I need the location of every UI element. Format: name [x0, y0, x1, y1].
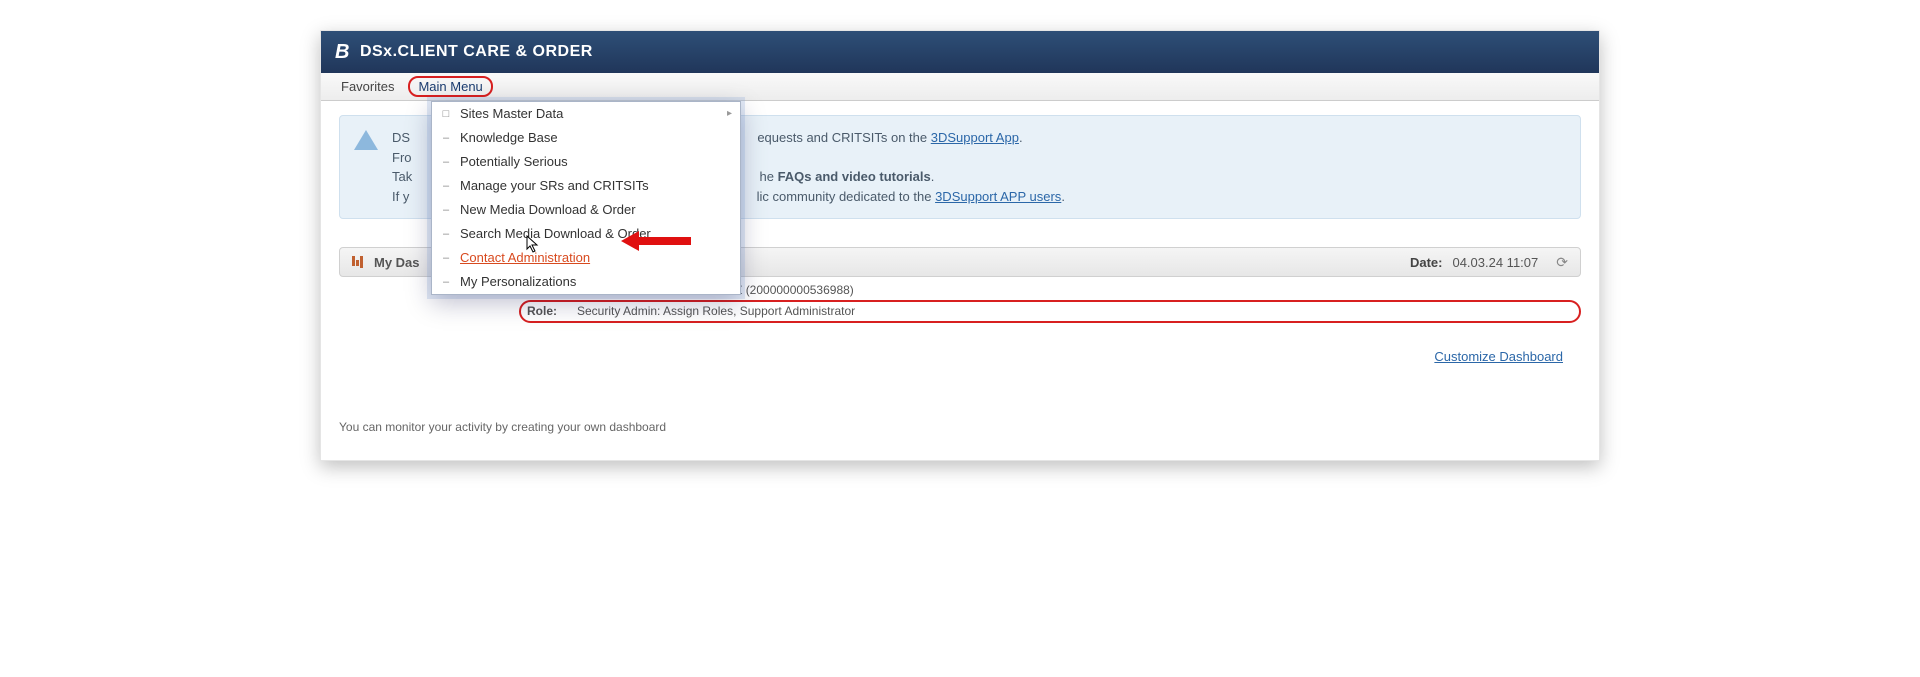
bar-chart-icon [352, 256, 364, 268]
menu-knowledge-base[interactable]: – Knowledge Base [432, 126, 740, 150]
date-value: 04.03.24 11:07 [1452, 255, 1538, 270]
ds-logo: B [335, 41, 350, 64]
mouse-cursor-icon [526, 235, 542, 258]
date-label: Date: [1410, 255, 1443, 270]
menu-sites-master-data[interactable]: □ Sites Master Data [432, 102, 740, 126]
app-header: B DSx.CLIENT CARE & ORDER [321, 31, 1599, 73]
dashboard-title: My Das [374, 255, 420, 270]
menu-potentially-serious[interactable]: – Potentially Serious [432, 150, 740, 174]
role-value: Security Admin: Assign Roles, Support Ad… [577, 302, 855, 321]
info-icon [354, 130, 378, 150]
customize-dashboard-link[interactable]: Customize Dashboard [1434, 349, 1563, 364]
link-3dsupport-users[interactable]: 3DSupport APP users [935, 189, 1061, 204]
menu-my-personalizations[interactable]: – My Personalizations [432, 270, 740, 294]
role-label: Role: [527, 302, 577, 321]
menu-new-media-download[interactable]: – New Media Download & Order [432, 198, 740, 222]
footer-note: You can monitor your activity by creatin… [339, 420, 1581, 434]
red-arrow [621, 231, 691, 247]
role-highlight: Role: Security Admin: Assign Roles, Supp… [519, 300, 1581, 323]
main-menu[interactable]: Main Menu [408, 76, 492, 97]
menu-manage-srs[interactable]: – Manage your SRs and CRITSITs [432, 174, 740, 198]
app-title: DSx.CLIENT CARE & ORDER [360, 43, 593, 61]
menu-bar: Favorites Main Menu [321, 73, 1599, 101]
link-3dsupport-app[interactable]: 3DSupport App [931, 130, 1019, 145]
favorites-menu[interactable]: Favorites [327, 76, 408, 97]
refresh-icon[interactable]: ⟳ [1556, 254, 1568, 271]
main-menu-dropdown: □ Sites Master Data – Knowledge Base – P… [431, 101, 741, 295]
